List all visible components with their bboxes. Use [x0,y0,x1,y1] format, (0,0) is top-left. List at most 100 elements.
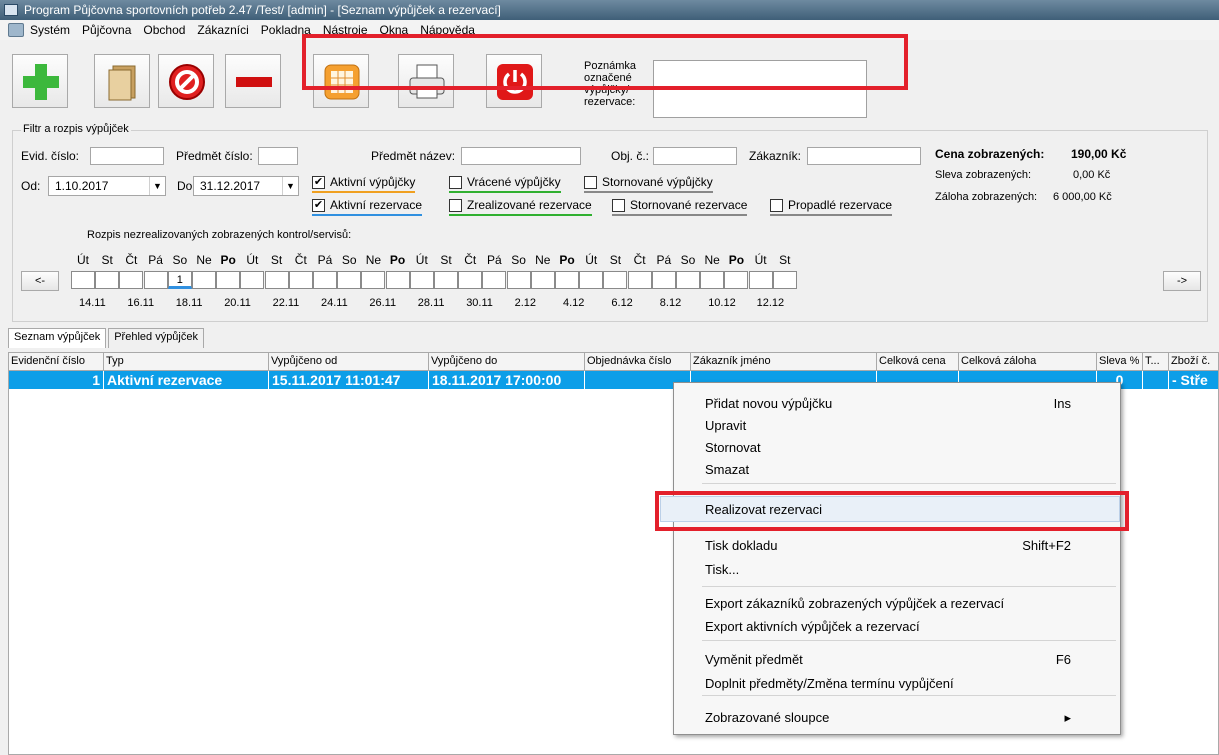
calendar-cell[interactable] [603,271,628,289]
menu-item-tisk-dokladu[interactable]: Tisk dokladu Shift+F2 [705,538,1095,553]
checkbox-propadle-rezervace[interactable]: Propadlé rezervace [770,198,893,216]
menu-item-doplnit[interactable]: Doplnit předměty/Změna termínu vypůjčení [705,676,1095,691]
menu-item-label: Tisk... [705,562,740,577]
col-typ[interactable]: Typ [104,353,269,371]
od-date-picker[interactable]: 1.10.2017 ▼ [48,176,166,196]
evid-input[interactable] [90,147,164,165]
calendar-cell[interactable] [482,271,507,289]
col-celkova-cena[interactable]: Celková cena [877,353,959,371]
calendar-cell[interactable] [385,271,410,289]
menu-item-stornovat[interactable]: Stornovat [705,440,1095,455]
calendar-cell[interactable] [264,271,289,289]
menu-item-export-zakazniku[interactable]: Export zákazníků zobrazených výpůjček a … [705,596,1095,611]
checkbox-aktivni-rezervace[interactable]: ✔ Aktivní rezervace [312,198,423,216]
menu-pujcovna[interactable]: Půjčovna [82,23,131,37]
chevron-down-icon[interactable]: ▼ [282,177,298,195]
checkbox-zrealizovane-rezervace[interactable]: Zrealizované rezervace [449,198,592,216]
zaloha-label: Záloha zobrazených: [935,191,1038,203]
cell-vypujceno-do: 18.11.2017 17:00:00 [429,371,585,389]
checkbox-box[interactable] [612,198,625,212]
menu-item-sloupce[interactable]: Zobrazované sloupce ▸ [705,710,1095,725]
checkbox-box[interactable] [449,175,462,189]
calendar-cell[interactable] [434,271,458,289]
checkbox-stornovane-vypujcky[interactable]: Stornované výpůjčky [584,175,713,193]
calendar-cell[interactable] [361,271,386,289]
calendar-cell[interactable] [192,271,216,289]
calendar-cell[interactable] [313,271,337,289]
calendar-prev-button[interactable]: <- [21,271,59,291]
system-menu-icon[interactable] [8,23,24,37]
calendar-cell[interactable] [579,271,604,289]
calendar-cell[interactable] [724,271,749,289]
menu-item-smazat[interactable]: Smazat [705,462,1095,477]
calendar-cell[interactable] [555,271,579,289]
col-celkova-zaloha[interactable]: Celková záloha [959,353,1097,371]
menu-item-export-aktivnich[interactable]: Export aktivních výpůjček a rezervací [705,619,1095,634]
col-sleva[interactable]: Sleva % [1097,353,1143,371]
calendar-cell[interactable] [530,271,555,289]
predmet-nazev-input[interactable] [461,147,581,165]
menu-item-vymenit[interactable]: Vyměnit předmět F6 [705,652,1095,667]
calendar-cell[interactable] [409,271,434,289]
checkbox-box[interactable]: ✔ [312,175,325,189]
calendar-cell[interactable] [288,271,313,289]
menu-item-pridat[interactable]: Přidat novou výpůjčku Ins [705,396,1095,411]
calendar-cell[interactable] [676,271,700,289]
menu-obchod[interactable]: Obchod [143,23,185,37]
cancel-button[interactable] [158,54,214,108]
menu-item-realizovat[interactable]: Realizovat rezervaci [705,502,1095,517]
calendar-cell[interactable] [216,271,241,289]
calendar-cell[interactable] [627,271,652,289]
checkbox-aktivni-vypujcky[interactable]: ✔ Aktivní výpůjčky [312,175,416,193]
calendar-day-name: So [172,253,188,267]
menu-item-upravit[interactable]: Upravit [705,418,1095,433]
menu-zakaznici[interactable]: Zákazníci [197,23,248,37]
document-button[interactable] [94,54,150,108]
col-zbozi[interactable]: Zboží č. [1169,353,1218,371]
col-evidencni-cislo[interactable]: Evidenční číslo [9,353,104,371]
cancel-icon [169,64,205,100]
calendar-cell[interactable] [506,271,531,289]
calendar-cell[interactable] [119,271,144,289]
checkbox-box[interactable] [449,198,462,212]
zakaznik-input[interactable] [807,147,921,165]
predmet-cislo-input[interactable] [258,147,298,165]
tab-seznam-vypujcek[interactable]: Seznam výpůjček [8,328,107,348]
calendar-cell[interactable] [748,271,773,289]
calendar-cell[interactable]: 1 [167,271,192,289]
add-button[interactable] [12,54,68,108]
calendar-next-button[interactable]: -> [1163,271,1201,291]
col-zakaznik-jmeno[interactable]: Zákazník jméno [691,353,877,371]
remove-button[interactable] [225,54,281,108]
checkbox-box[interactable] [770,198,783,212]
calendar-cell[interactable] [651,271,676,289]
menu-item-tisk[interactable]: Tisk... [705,562,1095,577]
calendar-day-name: Po [559,253,575,267]
checkbox-vracene-vypujcky[interactable]: Vrácené výpůjčky [449,175,561,193]
calendar-cell[interactable] [95,271,120,289]
menu-system[interactable]: Systém [30,23,70,37]
calendar-cell[interactable] [458,271,483,289]
col-t[interactable]: T... [1143,353,1169,371]
checkbox-box[interactable] [584,175,597,189]
checkbox-stornovane-rezervace[interactable]: Stornované rezervace [612,198,748,216]
calendar-day-name: Čt [633,253,646,267]
obj-input[interactable] [653,147,737,165]
calendar-cell[interactable] [71,271,95,289]
calendar-cell[interactable] [240,271,265,289]
calendar-cell[interactable] [143,271,168,289]
calendar-cell[interactable] [772,271,797,289]
col-vypujceno-od[interactable]: Vypůjčeno od [269,353,429,371]
color-underline [770,214,893,216]
checkbox-box[interactable]: ✔ [312,198,325,212]
tab-prehled-vypujcek[interactable]: Přehled výpůjček [108,328,204,348]
chevron-down-icon[interactable]: ▼ [149,177,165,195]
menu-item-label: Vyměnit předmět [705,652,803,667]
calendar-day-name: Po [220,253,236,267]
do-date-picker[interactable]: 31.12.2017 ▼ [193,176,299,196]
calendar-cell[interactable] [700,271,725,289]
calendar-cell[interactable] [337,271,362,289]
col-vypujceno-do[interactable]: Vypůjčeno do [429,353,585,371]
calendar-date-label: 4.12 [563,297,585,309]
col-objednavka-cislo[interactable]: Objednávka číslo [585,353,691,371]
